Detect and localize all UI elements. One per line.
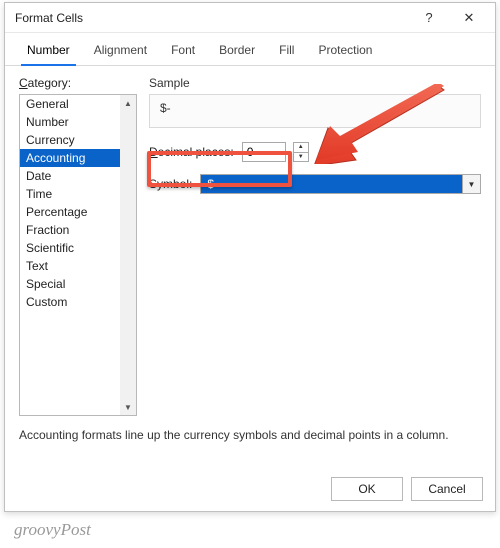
category-item-percentage[interactable]: Percentage <box>20 203 120 221</box>
ok-button[interactable]: OK <box>331 477 403 501</box>
chevron-down-icon[interactable]: ▼ <box>462 175 480 193</box>
titlebar: Format Cells ? ✕ <box>5 3 495 33</box>
spinner-down-icon[interactable]: ▼ <box>294 153 308 162</box>
symbol-row: Symbol: $ ▼ <box>149 174 481 194</box>
format-description: Accounting formats line up the currency … <box>19 428 481 442</box>
dialog-footer: OK Cancel <box>5 467 495 511</box>
decimal-places-row: Decimal places: ▲ ▼ <box>149 142 481 162</box>
category-item-fraction[interactable]: Fraction <box>20 221 120 239</box>
scrollbar[interactable]: ▲ ▼ <box>120 95 136 415</box>
spinner-up-icon[interactable]: ▲ <box>294 143 308 153</box>
category-item-special[interactable]: Special <box>20 275 120 293</box>
sample-value: $- <box>149 94 481 128</box>
decimal-places-input[interactable] <box>242 142 286 162</box>
category-item-currency[interactable]: Currency <box>20 131 120 149</box>
tab-number[interactable]: Number <box>15 37 82 65</box>
help-button[interactable]: ? <box>409 4 449 32</box>
decimal-places-label: Decimal places: <box>149 145 234 159</box>
category-item-general[interactable]: General <box>20 95 120 113</box>
category-item-time[interactable]: Time <box>20 185 120 203</box>
tab-fill[interactable]: Fill <box>267 37 306 65</box>
category-item-date[interactable]: Date <box>20 167 120 185</box>
category-item-text[interactable]: Text <box>20 257 120 275</box>
category-listbox[interactable]: GeneralNumberCurrencyAccountingDateTimeP… <box>19 94 137 416</box>
cancel-button[interactable]: Cancel <box>411 477 483 501</box>
watermark: groovyPost <box>14 520 91 540</box>
tab-alignment[interactable]: Alignment <box>82 37 159 65</box>
close-button[interactable]: ✕ <box>449 4 489 32</box>
symbol-value: $ <box>201 177 462 191</box>
dialog-title: Format Cells <box>15 11 409 25</box>
category-item-scientific[interactable]: Scientific <box>20 239 120 257</box>
tab-border[interactable]: Border <box>207 37 267 65</box>
symbol-label: Symbol: <box>149 177 192 191</box>
category-item-number[interactable]: Number <box>20 113 120 131</box>
category-item-custom[interactable]: Custom <box>20 293 120 311</box>
scroll-down-icon[interactable]: ▼ <box>120 399 136 415</box>
symbol-select[interactable]: $ ▼ <box>200 174 481 194</box>
sample-label: Sample <box>149 76 481 90</box>
category-item-accounting[interactable]: Accounting <box>20 149 120 167</box>
tab-strip: Number Alignment Font Border Fill Protec… <box>5 33 495 66</box>
tab-protection[interactable]: Protection <box>306 37 384 65</box>
scroll-up-icon[interactable]: ▲ <box>120 95 136 111</box>
tab-font[interactable]: Font <box>159 37 207 65</box>
decimal-spinner[interactable]: ▲ ▼ <box>293 142 309 162</box>
format-cells-dialog: Format Cells ? ✕ Number Alignment Font B… <box>4 2 496 512</box>
dialog-body: Category: GeneralNumberCurrencyAccountin… <box>5 66 495 476</box>
